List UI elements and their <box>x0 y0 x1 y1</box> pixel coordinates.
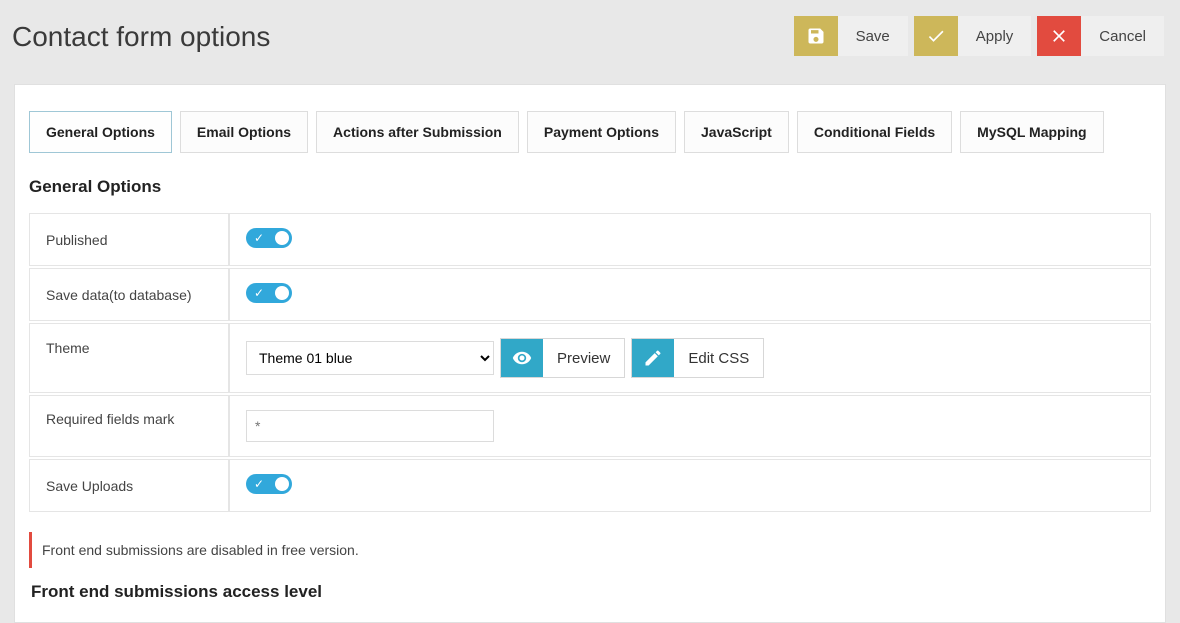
cancel-button[interactable]: Cancel <box>1037 16 1164 56</box>
check-icon: ✓ <box>254 286 264 300</box>
row-published: Published ✓ <box>29 213 1151 266</box>
published-label: Published <box>29 213 229 266</box>
save-icon <box>794 16 838 56</box>
row-save-data: Save data(to database) ✓ <box>29 268 1151 321</box>
tab-payment-options[interactable]: Payment Options <box>527 111 676 153</box>
toolbar: Save Apply Cancel <box>794 16 1164 56</box>
save-uploads-label: Save Uploads <box>29 459 229 512</box>
check-icon: ✓ <box>254 477 264 491</box>
tabs: General Options Email Options Actions af… <box>29 111 1151 153</box>
tab-mysql-mapping[interactable]: MySQL Mapping <box>960 111 1103 153</box>
cancel-label: Cancel <box>1081 16 1164 56</box>
theme-label: Theme <box>29 323 229 393</box>
apply-icon <box>914 16 958 56</box>
save-button[interactable]: Save <box>794 16 908 56</box>
save-data-toggle[interactable]: ✓ <box>246 283 292 303</box>
preview-label: Preview <box>543 339 624 377</box>
general-options-heading: General Options <box>29 177 1151 197</box>
row-theme: Theme Theme 01 blue Preview <box>29 323 1151 393</box>
toggle-knob <box>275 231 289 245</box>
cancel-icon <box>1037 16 1081 56</box>
apply-label: Apply <box>958 16 1032 56</box>
published-toggle[interactable]: ✓ <box>246 228 292 248</box>
tab-javascript[interactable]: JavaScript <box>684 111 789 153</box>
required-mark-input[interactable] <box>246 410 494 442</box>
preview-button[interactable]: Preview <box>500 338 625 378</box>
tab-general-options[interactable]: General Options <box>29 111 172 153</box>
toggle-knob <box>275 477 289 491</box>
save-label: Save <box>838 16 908 56</box>
eye-icon <box>501 339 543 377</box>
row-save-uploads: Save Uploads ✓ <box>29 459 1151 512</box>
save-data-label: Save data(to database) <box>29 268 229 321</box>
theme-select[interactable]: Theme 01 blue <box>246 341 494 375</box>
tab-email-options[interactable]: Email Options <box>180 111 308 153</box>
notice-free-version: Front end submissions are disabled in fr… <box>29 532 1151 568</box>
pencil-icon <box>632 339 674 377</box>
required-mark-label: Required fields mark <box>29 395 229 457</box>
tab-conditional-fields[interactable]: Conditional Fields <box>797 111 952 153</box>
edit-css-label: Edit CSS <box>674 339 763 377</box>
row-required-fields-mark: Required fields mark <box>29 395 1151 457</box>
check-icon: ✓ <box>254 231 264 245</box>
save-uploads-toggle[interactable]: ✓ <box>246 474 292 494</box>
toggle-knob <box>275 286 289 300</box>
page-title: Contact form options <box>12 21 270 53</box>
tab-actions-after-submission[interactable]: Actions after Submission <box>316 111 519 153</box>
content-panel: General Options Email Options Actions af… <box>14 84 1166 623</box>
apply-button[interactable]: Apply <box>914 16 1032 56</box>
edit-css-button[interactable]: Edit CSS <box>631 338 764 378</box>
options-table: Published ✓ Save data(to database) ✓ <box>29 211 1151 514</box>
front-end-access-heading: Front end submissions access level <box>31 582 1151 602</box>
